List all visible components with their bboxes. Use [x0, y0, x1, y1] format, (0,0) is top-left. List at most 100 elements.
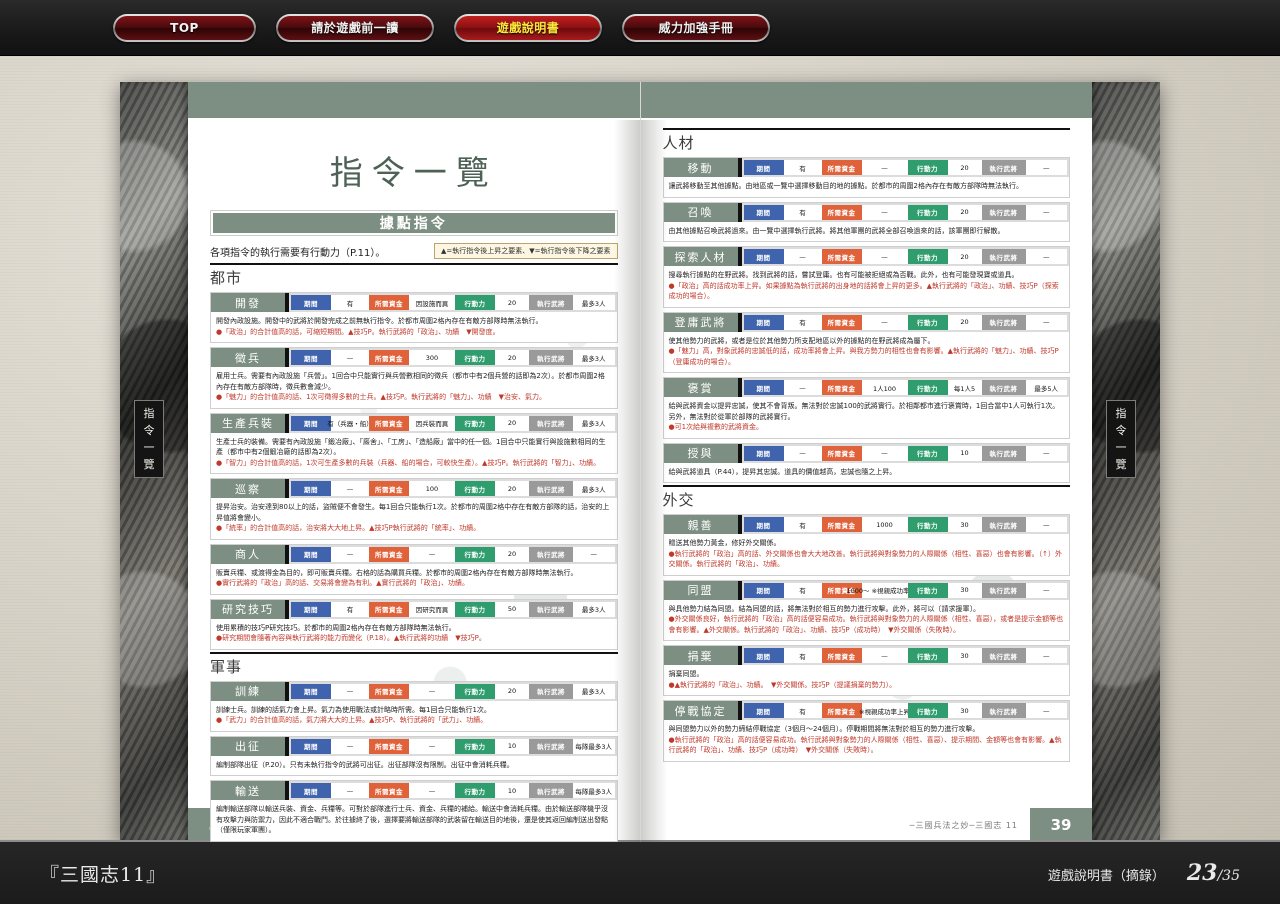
action-value: 20: [947, 160, 982, 175]
cost-chip-label: 所需資金: [369, 295, 409, 310]
cost-chip-label: 所需資金: [821, 648, 862, 663]
period-chip-label: 期間: [291, 350, 331, 365]
command-body: 提昇治安。治安達到80以上的話，盜賊便不會發生。每1回合只能執行1次。於都市的周…: [211, 498, 617, 539]
command-description: 由其他據點召喚武將過來。由一覽中選擇執行武將。將其他軍團的武將全部召喚過來的話，…: [668, 226, 1005, 235]
exec-chip-label: 執行武將: [981, 582, 1026, 598]
document-viewer-stage: 指 令 一 覽 指令一覽 據點指令 各項指令的執行需要有行動力（P.11）。 ▲…: [0, 56, 1280, 842]
nav-button-power-up-kit-manual[interactable]: 威力加強手冊: [622, 13, 770, 42]
command-effect: ●「統率」的合計值高的話，治安將大大地上昇。▲技巧P執行武將的「統率」、功績。: [216, 524, 481, 532]
cost-value: 因兵裝而異: [409, 415, 455, 431]
command-name: 同盟: [663, 580, 742, 600]
cost-value: —: [861, 249, 908, 264]
command-stats: 期間有所需資金 — 行動力 20 執行武將 —: [741, 158, 1069, 177]
cost-chip-label: 所需資金: [821, 204, 862, 220]
section-heading: 軍事: [210, 651, 618, 677]
command-effect: ●實行武將的「政治」高的話、交易將會變為有利。▲實行武將的「政治」、功績。: [216, 579, 469, 587]
viewer-document-label: 遊戲說明書（摘錄）: [1047, 869, 1165, 884]
command-description: 搜尋執行據點的在野武將。找到武將的話，嘗試登庸。也有可能被拒絕或為否戰。此外，也…: [668, 271, 1019, 279]
exec-value: —: [1025, 445, 1067, 461]
side-tab-left-char-1: 指: [143, 407, 155, 420]
command-stats: 期間有所需資金 1000～ ※視親成功率上昇 行動力 30 執行武將 —: [741, 580, 1069, 600]
viewer-page-indicator: 遊戲說明書（摘錄） 23/35: [1048, 860, 1240, 886]
command-block: 輸送 期間 — 所需資金 — 行動力 10 執行武將 每隊最多3人 編制輸送部隊以輸送兵裝、資金、…: [210, 780, 618, 842]
nav-button-top[interactable]: TOP: [113, 13, 256, 42]
cost-chip-label: 所需資金: [821, 314, 862, 330]
action-chip-label: 行動力: [907, 648, 948, 663]
period-chip-label: 期間: [743, 445, 784, 461]
period-value: 有: [783, 160, 822, 175]
command-description: 使用累積的技巧P研究技巧。於都市的周圍2格內存在有敵方部隊時無法執行。: [216, 623, 456, 632]
book-edge-right: 指 令 一 覽: [1092, 82, 1160, 842]
action-value: 30: [947, 703, 982, 718]
command-stats: 期間有所需資金 1000 行動力 30 執行武將 —: [741, 515, 1069, 534]
command-header: 捐棄 期間有所需資金 — 行動力 30 執行武將 —: [663, 646, 1069, 665]
period-chip-label: 期間: [743, 582, 784, 598]
action-value: 20: [495, 481, 529, 496]
action-value: 30: [947, 582, 982, 598]
side-tab-right-char-3: 一: [1115, 441, 1127, 455]
period-value: 有: [783, 517, 822, 532]
period-chip-label: 期間: [743, 648, 784, 663]
action-value: 20: [947, 204, 982, 220]
period-chip-label: 期間: [291, 783, 331, 798]
command-header: 出征 期間 — 所需資金 — 行動力 10 執行武將 每隊最多3人: [211, 736, 617, 756]
period-value: —: [331, 738, 369, 754]
action-value: 20: [947, 249, 982, 264]
action-value: 30: [947, 517, 982, 532]
exec-chip-label: 執行武將: [981, 249, 1026, 264]
nav-button-read-before-playing[interactable]: 請於遊戲前一讀: [276, 13, 434, 42]
command-body: 生產士兵的裝備。需要有內政設施「鍛冶廠」、「廄舍」、「工房」、「造船廠」當中的任…: [211, 433, 617, 474]
period-value: —: [783, 445, 822, 461]
period-value: 有: [783, 204, 822, 220]
command-name: 生產兵裝: [211, 413, 289, 433]
action-chip-label: 行動力: [455, 683, 495, 699]
exec-chip-label: 執行武將: [529, 481, 573, 496]
cost-value: —: [861, 204, 908, 220]
exec-value: 最多3人: [573, 350, 615, 365]
viewer-bottom-bar: 『三國志11』 遊戲說明書（摘錄） 23/35: [0, 840, 1280, 904]
action-chip-label: 行動力: [907, 204, 948, 220]
command-block: 停戰協定 期間有所需資金 ※視親成功率上昇 行動力 30 執行武將 — 與同盟勢力以外的勢力締…: [662, 700, 1070, 762]
cost-value: 100: [409, 481, 455, 496]
command-name: 徵兵: [211, 348, 289, 367]
cost-chip-label: 所需資金: [369, 683, 409, 699]
period-chip-label: 期間: [291, 546, 331, 562]
command-header: 同盟 期間有所需資金 1000～ ※視親成功率上昇 行動力 30 執行武將 —: [663, 580, 1069, 600]
command-block: 探索人材 期間 — 所需資金 — 行動力 20 執行武將 — 搜尋執行據點的在野武將。找到武將的話…: [662, 246, 1070, 308]
cost-chip-label: 所需資金: [369, 783, 409, 798]
legend-box: ▲=執行指令後上昇之要素、▼=執行指令後下降之要素: [434, 243, 618, 259]
command-description: 與具他勢力結為同盟。結為同盟的話，將無法對於相互的勢力進行攻擊。此外，將可以〔請…: [668, 604, 981, 613]
period-chip-label: 期間: [743, 380, 784, 395]
command-body: 給與武將道具（P.44），提昇其忠誠。道具的價值越高，忠誠也隨之上昇。: [664, 463, 1070, 483]
command-body: 編制部隊出征（P.20）。只有未執行指令的武將可出征。出征部隊沒有限制。出征中會…: [211, 756, 617, 776]
command-name: 停戰協定: [663, 701, 742, 720]
command-header: 登庸武將 期間有所需資金 — 行動力 20 執行武將 —: [663, 312, 1069, 332]
exec-value: —: [1025, 517, 1067, 532]
command-name: 訓練: [211, 681, 289, 701]
page-right-content: 人材 移動 期間有所需資金 — 行動力 20 執行武將 — 讓武將移動至其他據點。由地區或一覽中…: [641, 120, 1093, 762]
command-block: 授與 期間 — 所需資金 — 行動力 10 執行武將 — 給與武將道具（P.44），提昇其忠誠。道…: [662, 442, 1070, 483]
command-header: 商人 期間 — 所需資金 — 行動力 20 執行武將 —: [211, 544, 617, 564]
period-chip-label: 期間: [291, 601, 331, 617]
command-block: 巡察 期間 — 所需資金 100 行動力 20 執行武將 最多3人 提昇治安。治安達到80以上的話…: [210, 478, 618, 540]
command-header: 研究技巧 期間有所需資金 因研究而異 行動力 50 執行武將 最多3人: [211, 599, 617, 619]
period-chip-label: 期間: [743, 249, 784, 264]
nav-button-game-manual[interactable]: 遊戲說明書: [454, 13, 602, 42]
cost-chip-label: 所需資金: [369, 738, 409, 754]
action-chip-label: 行動力: [907, 703, 948, 718]
page-left-content: 指令一覽 據點指令 各項指令的執行需要有行動力（P.11）。 ▲=執行指令後上昇…: [188, 146, 640, 842]
command-description: 編制部隊出征（P.20）。只有未執行指令的武將可出征。出征部隊沒有限制。出征中會…: [216, 760, 514, 769]
command-effect: ●外交關係良好，執行武將的「政治」高的話便容易成功。執行武將與對象勢力的人際關係…: [668, 615, 1064, 634]
cost-chip-label: 所需資金: [369, 415, 409, 431]
command-body: 贈送其他勢力黃金，修好外交關係。 ●執行武將的「政治」高的話、外交關係也會大大地改…: [664, 534, 1070, 575]
cost-chip-label: 所需資金: [821, 249, 862, 264]
exec-value: 最多5人: [1025, 380, 1067, 395]
action-value: 20: [947, 314, 982, 330]
viewer-total-pages: 35: [1222, 868, 1240, 884]
command-description: 雇用士兵。需要有內政設施「兵營」。1回合中只能實行與兵營數相同的徵兵（都市中有2…: [216, 372, 605, 391]
period-chip-label: 期間: [291, 295, 331, 310]
action-value: 20: [495, 350, 529, 365]
command-effect: ●「智力」的合計值高的話，1次可生產多數的兵裝（兵器、船的場合，可較快生產）。▲…: [216, 458, 601, 467]
exec-chip-label: 執行武將: [981, 703, 1026, 718]
action-chip-label: 行動力: [455, 415, 495, 431]
